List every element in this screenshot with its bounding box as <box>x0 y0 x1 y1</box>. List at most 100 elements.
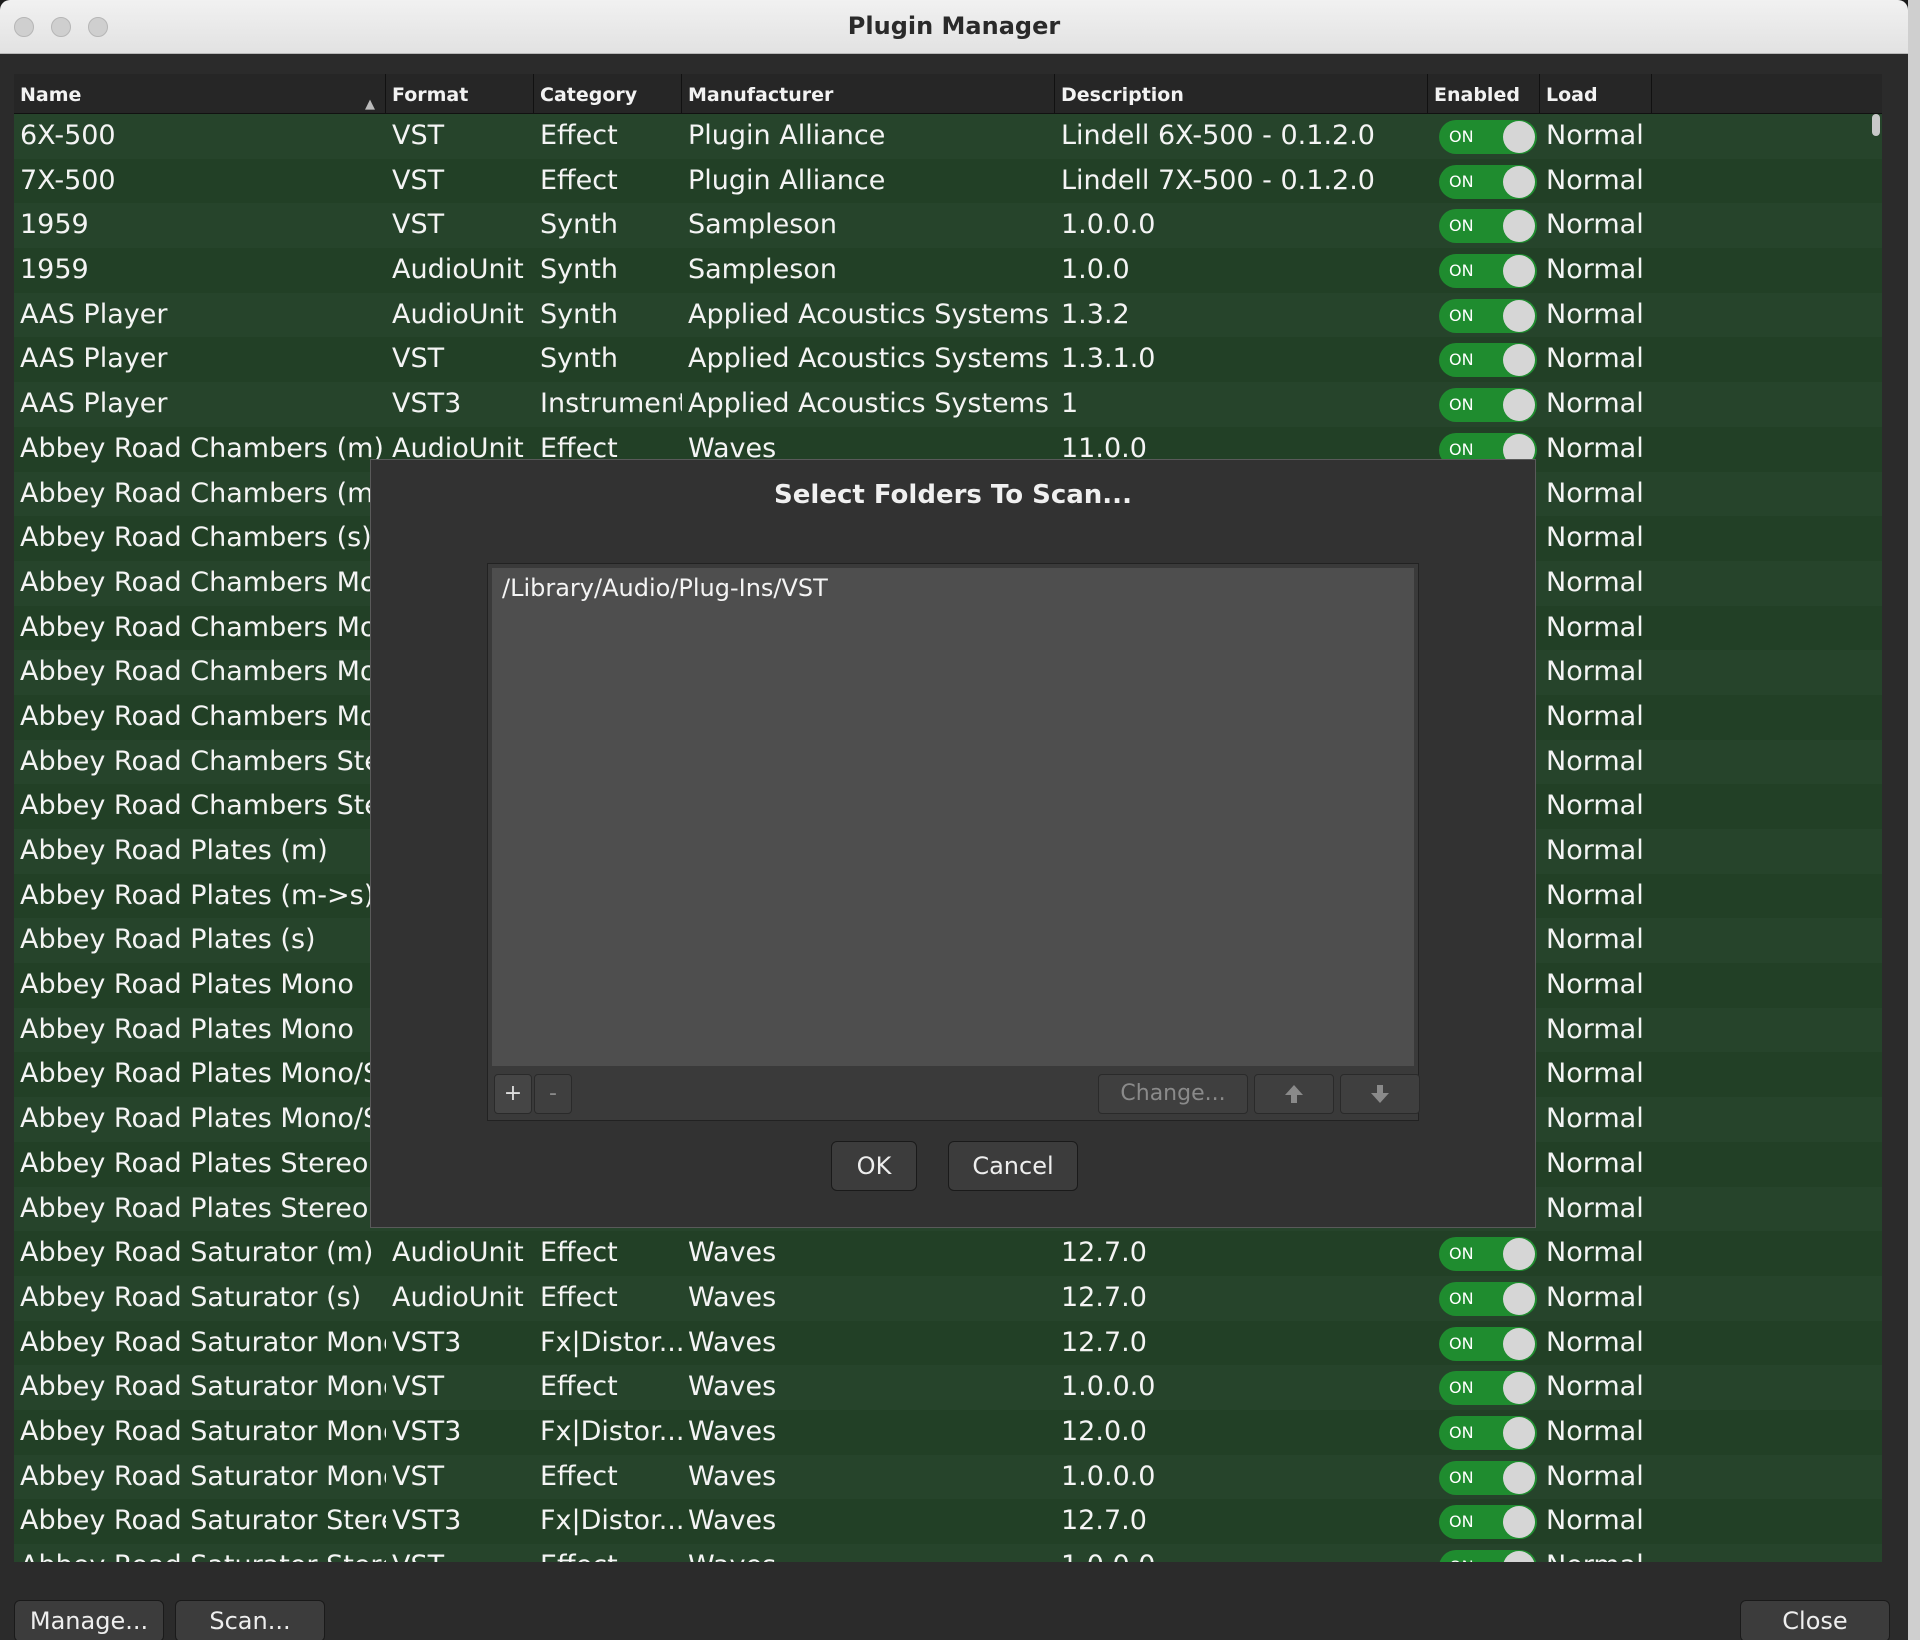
table-row[interactable]: Abbey Road Saturator Mono VST Effect Waves 1… <box>14 1365 1882 1410</box>
enabled-toggle[interactable]: ON <box>1439 343 1537 378</box>
table-row[interactable]: Abbey Road Saturator Stereo VST3 Fx|Distor… <box>14 1499 1882 1544</box>
cell-name: Abbey Road Saturator (m) <box>20 1237 374 1269</box>
toggle-label: ON <box>1449 171 1474 191</box>
move-up-button[interactable] <box>1254 1074 1334 1114</box>
cell-description: 12.7.0 <box>1061 1281 1147 1313</box>
cell-name: Abbey Road Plates Stereo <box>20 1147 369 1179</box>
cell-name: AAS Player <box>20 298 168 330</box>
folder-list[interactable]: /Library/Audio/Plug-Ins/VST <box>492 568 1414 1066</box>
table-row[interactable]: Abbey Road Saturator (m) AudioUnit Effect W… <box>14 1231 1882 1276</box>
cell-format: VST3 <box>392 1326 462 1358</box>
enabled-toggle[interactable]: ON <box>1439 254 1537 289</box>
close-button[interactable]: Close <box>1740 1600 1890 1640</box>
cell-load-type: Normal <box>1546 254 1644 286</box>
column-header-format[interactable]: Format <box>386 74 534 114</box>
cell-category: Instrument <box>540 388 682 420</box>
table-row[interactable]: Abbey Road Saturator (s) AudioUnit Effect W… <box>14 1275 1882 1321</box>
toggle-knob <box>1503 1506 1535 1539</box>
column-header-manufacturer[interactable]: Manufacturer <box>682 74 1055 114</box>
ok-button[interactable]: OK <box>831 1141 917 1191</box>
column-header-label: Name <box>20 84 82 106</box>
toggle-knob <box>1503 1282 1535 1315</box>
move-down-button[interactable] <box>1340 1074 1420 1114</box>
cancel-button[interactable]: Cancel <box>948 1141 1078 1191</box>
cell-description: 1.0.0.0 <box>1061 209 1156 241</box>
table-row[interactable]: AAS Player AudioUnit Synth Applied Acoustic… <box>14 292 1882 338</box>
enabled-toggle[interactable]: ON <box>1439 1371 1537 1406</box>
remove-folder-button[interactable]: - <box>534 1074 572 1114</box>
toggle-knob <box>1503 255 1535 288</box>
cell-name: Abbey Road Saturator Mono <box>20 1415 386 1447</box>
add-folder-button[interactable]: + <box>494 1074 532 1114</box>
change-folder-button[interactable]: Change... <box>1098 1074 1248 1114</box>
cell-format: VST3 <box>392 1505 462 1537</box>
cell-name: AAS Player <box>20 343 168 375</box>
enabled-toggle[interactable]: ON <box>1439 209 1537 244</box>
folder-list-item[interactable]: /Library/Audio/Plug-Ins/VST <box>502 574 828 602</box>
cell-name: Abbey Road Chambers Stereo <box>20 745 386 777</box>
toggle-knob <box>1503 1461 1535 1494</box>
table-scrollbar[interactable] <box>1872 114 1880 136</box>
toggle-label: ON <box>1449 1378 1474 1398</box>
column-header-name[interactable]: Name ▲ <box>14 74 386 114</box>
cell-load-type: Normal <box>1546 879 1644 911</box>
cell-load-type: Normal <box>1546 1013 1644 1045</box>
manage-button[interactable]: Manage... <box>14 1600 164 1640</box>
enabled-toggle[interactable]: ON <box>1439 120 1537 154</box>
enabled-toggle[interactable]: ON <box>1439 388 1537 423</box>
cell-name: Abbey Road Chambers (s) <box>20 522 372 554</box>
toggle-label: ON <box>1449 1467 1474 1487</box>
table-row[interactable]: 7X-500 VST Effect Plugin Alliance Lindell 7X… <box>14 158 1882 204</box>
cell-category: Synth <box>540 343 618 375</box>
table-row[interactable]: 1959 AudioUnit Synth Sampleson 1.0.0 Normal ON <box>14 248 1882 293</box>
cell-load-type: Normal <box>1546 566 1644 598</box>
cell-format: VST <box>392 343 445 375</box>
table-row[interactable]: AAS Player VST Synth Applied Acoustics Syst… <box>14 337 1882 383</box>
enabled-toggle[interactable]: ON <box>1439 1550 1537 1562</box>
cell-load-type: Normal <box>1546 790 1644 822</box>
column-header-enabled[interactable]: Enabled <box>1428 74 1540 114</box>
enabled-toggle[interactable]: ON <box>1439 164 1537 199</box>
enabled-toggle[interactable]: ON <box>1439 1460 1537 1495</box>
column-header-load-type[interactable]: Load Type <box>1540 74 1652 148</box>
cell-load-type: Normal <box>1540 1544 1690 1562</box>
cell-load-type: Normal <box>1546 1505 1644 1537</box>
enabled-toggle[interactable]: ON <box>1439 1281 1537 1316</box>
column-header-description[interactable]: Description <box>1055 74 1428 114</box>
enabled-toggle[interactable]: ON <box>1439 298 1537 333</box>
table-row[interactable]: 6X-500 VST Effect Plugin Alliance Lindell 6X… <box>14 114 1882 159</box>
toggle-label: ON <box>1449 1550 1474 1562</box>
toggle-knob <box>1503 1551 1535 1562</box>
toggle-label: ON <box>1449 1244 1474 1264</box>
cell-load-type: Normal <box>1546 1460 1644 1492</box>
folder-toolbar: + - Change... <box>492 1070 1420 1118</box>
cell-category: Fx|Distor... <box>540 1326 682 1358</box>
toggle-knob <box>1503 1372 1535 1405</box>
cell-load-type: Normal <box>1546 432 1644 464</box>
cell-name: 1959 <box>20 209 89 241</box>
column-header-category[interactable]: Category <box>534 74 682 114</box>
enabled-toggle[interactable]: ON <box>1439 1237 1537 1272</box>
table-row[interactable]: AAS Player VST3 Instrument Applied Acoustic… <box>14 382 1882 427</box>
cell-name: Abbey Road Plates Stereo <box>20 1192 369 1224</box>
enabled-toggle[interactable]: ON <box>1439 1326 1537 1361</box>
cell-description: 1 <box>1061 388 1079 420</box>
toggle-label: ON <box>1449 261 1474 281</box>
cell-load-type: Normal <box>1546 656 1644 688</box>
scan-button[interactable]: Scan... <box>175 1600 325 1640</box>
cell-load-type: Normal <box>1546 209 1644 241</box>
table-row[interactable]: 1959 VST Synth Sampleson 1.0.0.0 Normal ON <box>14 203 1882 249</box>
cell-manufacturer: Sampleson <box>688 254 837 286</box>
cell-category: Fx|Distor... <box>540 1505 682 1537</box>
cell-load-type: Normal <box>1546 969 1644 1001</box>
enabled-toggle[interactable]: ON <box>1439 1505 1537 1540</box>
cell-category: Effect <box>540 1281 618 1313</box>
table-row[interactable]: Abbey Road Saturator Mono VST Effect Waves 1… <box>14 1454 1882 1500</box>
table-row[interactable]: Abbey Road Saturator Mono VST3 Fx|Distor..… <box>14 1409 1882 1455</box>
table-row[interactable]: Abbey Road Saturator StereoVSTEffectWave… <box>14 1544 1882 1562</box>
cell-name: Abbey Road Saturator (s) <box>20 1281 362 1313</box>
table-row[interactable]: Abbey Road Saturator Mono VST3 Fx|Distor..… <box>14 1320 1882 1366</box>
enabled-toggle[interactable]: ON <box>1439 1415 1537 1450</box>
toggle-label: ON <box>1449 1288 1474 1308</box>
toggle-label: ON <box>1449 1422 1474 1442</box>
